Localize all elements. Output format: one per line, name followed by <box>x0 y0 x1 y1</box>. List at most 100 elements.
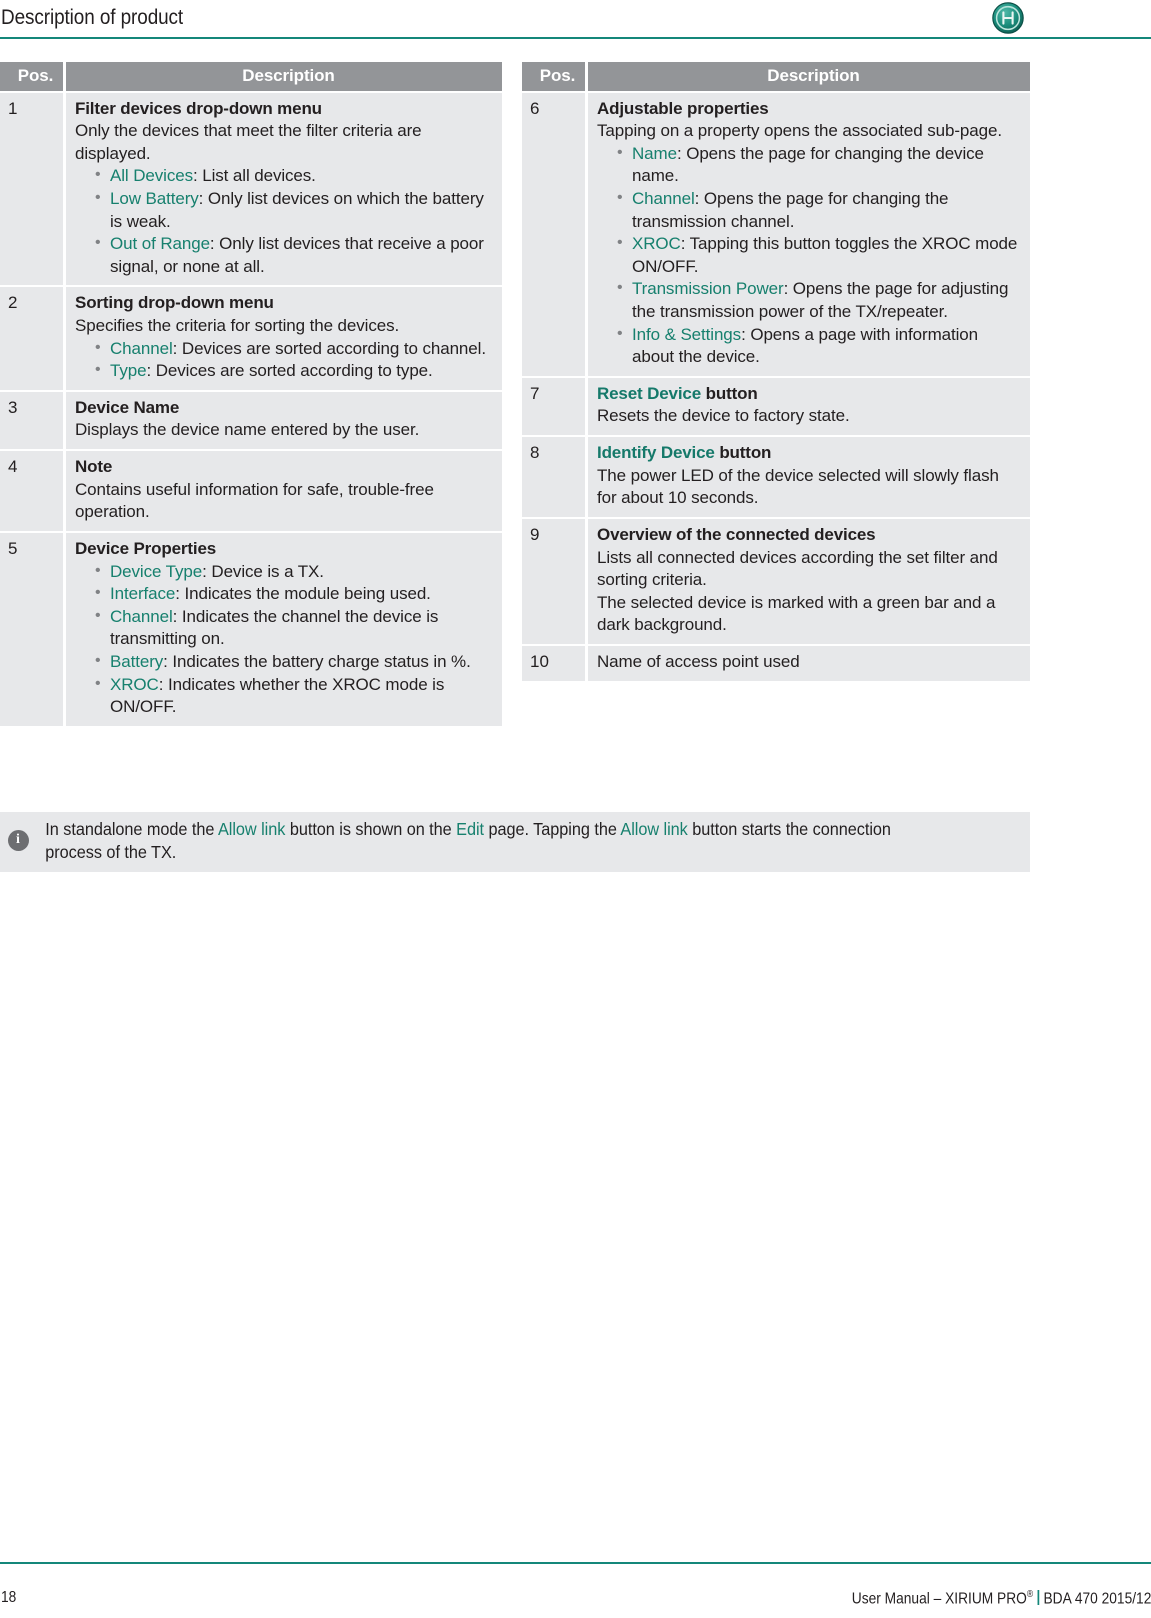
bullet-item: All Devices: List all devices. <box>95 164 492 188</box>
footer-manual-name: User Manual – XIRIUM PRO <box>851 1590 1027 1608</box>
row-bullet-list: Name: Opens the page for changing the de… <box>597 142 1020 369</box>
row-description: Filter devices drop-down menu Only the de… <box>63 90 502 286</box>
note-plain-text: page. Tapping the <box>484 819 621 839</box>
bullet-item: Transmission Power: Opens the page for a… <box>617 277 1020 323</box>
row-body-line: Contains useful information for safe, tr… <box>75 479 434 522</box>
page-title: Description of product <box>1 5 184 29</box>
bullet-item: Channel: Devices are sorted according to… <box>95 337 492 361</box>
row-title: Device Name <box>75 397 180 417</box>
bullet-item: Device Type: Device is a TX. <box>95 560 492 584</box>
note-highlight-term: Allow link <box>217 819 286 839</box>
row-position-number: 4 <box>0 449 63 531</box>
row-description: Device PropertiesDevice Type: Device is … <box>63 530 502 726</box>
bullet-item: Channel: Opens the page for changing the… <box>617 187 1020 233</box>
footer-document-info: User Manual – XIRIUM PRO® BDA 470 2015/12 <box>851 1589 1151 1608</box>
table-row: 1 Filter devices drop-down menu Only the d… <box>0 90 502 286</box>
bullet-item: Interface: Indicates the module being us… <box>95 582 492 606</box>
row-position-number: 1 <box>0 90 63 286</box>
bullet-term: XROC <box>632 234 681 254</box>
table-row: 5Device PropertiesDevice Type: Device is… <box>0 530 502 726</box>
page-header: Description of product <box>0 0 1151 46</box>
bullet-term: Name <box>632 143 677 163</box>
bullet-item: Info & Settings: Opens a page with infor… <box>617 323 1020 369</box>
row-position-number: 9 <box>522 516 585 644</box>
row-description: Reset Device button Resets the device to … <box>585 375 1030 436</box>
column-header-description: Description <box>585 62 1030 91</box>
row-title: Adjustable properties <box>597 98 769 118</box>
row-bullet-list: Device Type: Device is a TX.Interface: I… <box>75 560 492 719</box>
row-plain-text: Name of access point used <box>597 651 800 671</box>
row-body-line: Only the devices that meet the filter cr… <box>75 121 422 163</box>
info-icon: i <box>7 829 29 851</box>
bullet-term: Channel <box>110 606 173 626</box>
table-row: 7 Reset Device button Resets the device to… <box>522 375 1030 436</box>
table-header-row: Pos. Description <box>0 62 502 91</box>
note-plain-text: In standalone mode the <box>45 819 218 839</box>
table-row: 9 Overview of the connected devices Lists … <box>522 516 1030 644</box>
column-header-description: Description <box>63 62 502 91</box>
pos-description-table-right: Pos. Description 6 Adjustable properties T… <box>522 62 1030 681</box>
note-plain-text: button is shown on the <box>285 819 457 839</box>
bullet-term: Transmission Power <box>632 279 784 299</box>
bullet-term: Channel <box>632 188 695 208</box>
row-title: Note <box>75 457 113 477</box>
bullet-item: Out of Range: Only list devices that rec… <box>95 232 492 278</box>
row-title: Reset Device button <box>597 383 758 403</box>
bullet-term: XROC <box>110 674 159 694</box>
table-row: 6 Adjustable properties Tapping on a prope… <box>522 90 1030 376</box>
bullet-term: Type <box>110 361 147 381</box>
row-title: Sorting drop-down menu <box>75 293 274 313</box>
row-title: Overview of the connected devices <box>597 524 876 544</box>
table-header-row: Pos. Description <box>522 62 1030 91</box>
bullet-term: Channel <box>110 338 173 358</box>
row-body-line: The power LED of the device selected wil… <box>597 465 999 508</box>
bullet-term: Out of Range <box>110 234 210 254</box>
row-position-number: 8 <box>522 435 585 517</box>
footer-divider <box>0 1562 1151 1564</box>
row-position-number: 6 <box>522 90 585 376</box>
column-header-pos: Pos. <box>522 62 585 91</box>
table-body-right: 6 Adjustable properties Tapping on a prope… <box>522 90 1030 681</box>
footer-doc-code: BDA 470 2015/12 <box>1043 1590 1151 1608</box>
row-body-line: The selected device is marked with a gre… <box>597 592 996 635</box>
row-body-line: Tapping on a property opens the associat… <box>597 121 1002 141</box>
note-highlight-term: Allow link <box>620 819 688 839</box>
row-description: Identify Device button The power LED of t… <box>585 435 1030 517</box>
header-divider <box>0 37 1151 39</box>
row-bullet-list: Channel: Devices are sorted according to… <box>75 337 492 383</box>
row-position-number: 2 <box>0 285 63 390</box>
bullet-item: Low Battery: Only list devices on which … <box>95 187 492 233</box>
table-row: 4 Note Contains useful information for saf… <box>0 449 502 531</box>
row-body-line: Displays the device name entered by the … <box>75 420 420 440</box>
bullet-item: Channel: Indicates the channel the devic… <box>95 605 492 651</box>
footer-page-number: 18 <box>1 1589 17 1606</box>
bullet-term: Device Type <box>110 561 203 581</box>
row-description: Sorting drop-down menu Specifies the crit… <box>63 285 502 390</box>
registered-trademark-mark: ® <box>1026 1589 1033 1600</box>
row-description: Overview of the connected devices Lists a… <box>585 516 1030 644</box>
bullet-term: All Devices <box>110 166 193 186</box>
row-position-number: 10 <box>522 643 585 681</box>
bullet-item: Name: Opens the page for changing the de… <box>617 142 1020 188</box>
footer-separator <box>1037 1590 1039 1606</box>
row-bullet-list: All Devices: List all devices.Low Batter… <box>75 164 492 278</box>
bullet-term: Low Battery <box>110 188 199 208</box>
neutrik-circular-logo-icon <box>991 1 1025 35</box>
note-highlight-term: Edit <box>456 819 485 839</box>
row-description: Adjustable properties Tapping on a proper… <box>585 90 1030 376</box>
row-body-line: Lists all connected devices according th… <box>597 547 998 590</box>
row-description: Note Contains useful information for safe… <box>63 449 502 531</box>
row-position-number: 3 <box>0 389 63 450</box>
row-title: Identify Device button <box>597 443 772 463</box>
row-title: Filter devices drop-down menu <box>75 98 322 118</box>
bullet-term: Interface <box>110 584 176 604</box>
table-row: 2 Sorting drop-down menu Specifies the cri… <box>0 285 502 390</box>
row-title-highlight: Reset Device <box>597 383 702 403</box>
column-header-pos: Pos. <box>0 62 63 91</box>
table-row: 10 Name of access point used <box>522 643 1030 681</box>
note-callout: i In standalone mode the Allow link butt… <box>0 812 1030 872</box>
bullet-item: XROC: Indicates whether the XROC mode is… <box>95 673 492 719</box>
row-position-number: 5 <box>0 530 63 726</box>
row-body-line: Resets the device to factory state. <box>597 406 850 426</box>
row-description: Name of access point used <box>585 643 1030 681</box>
